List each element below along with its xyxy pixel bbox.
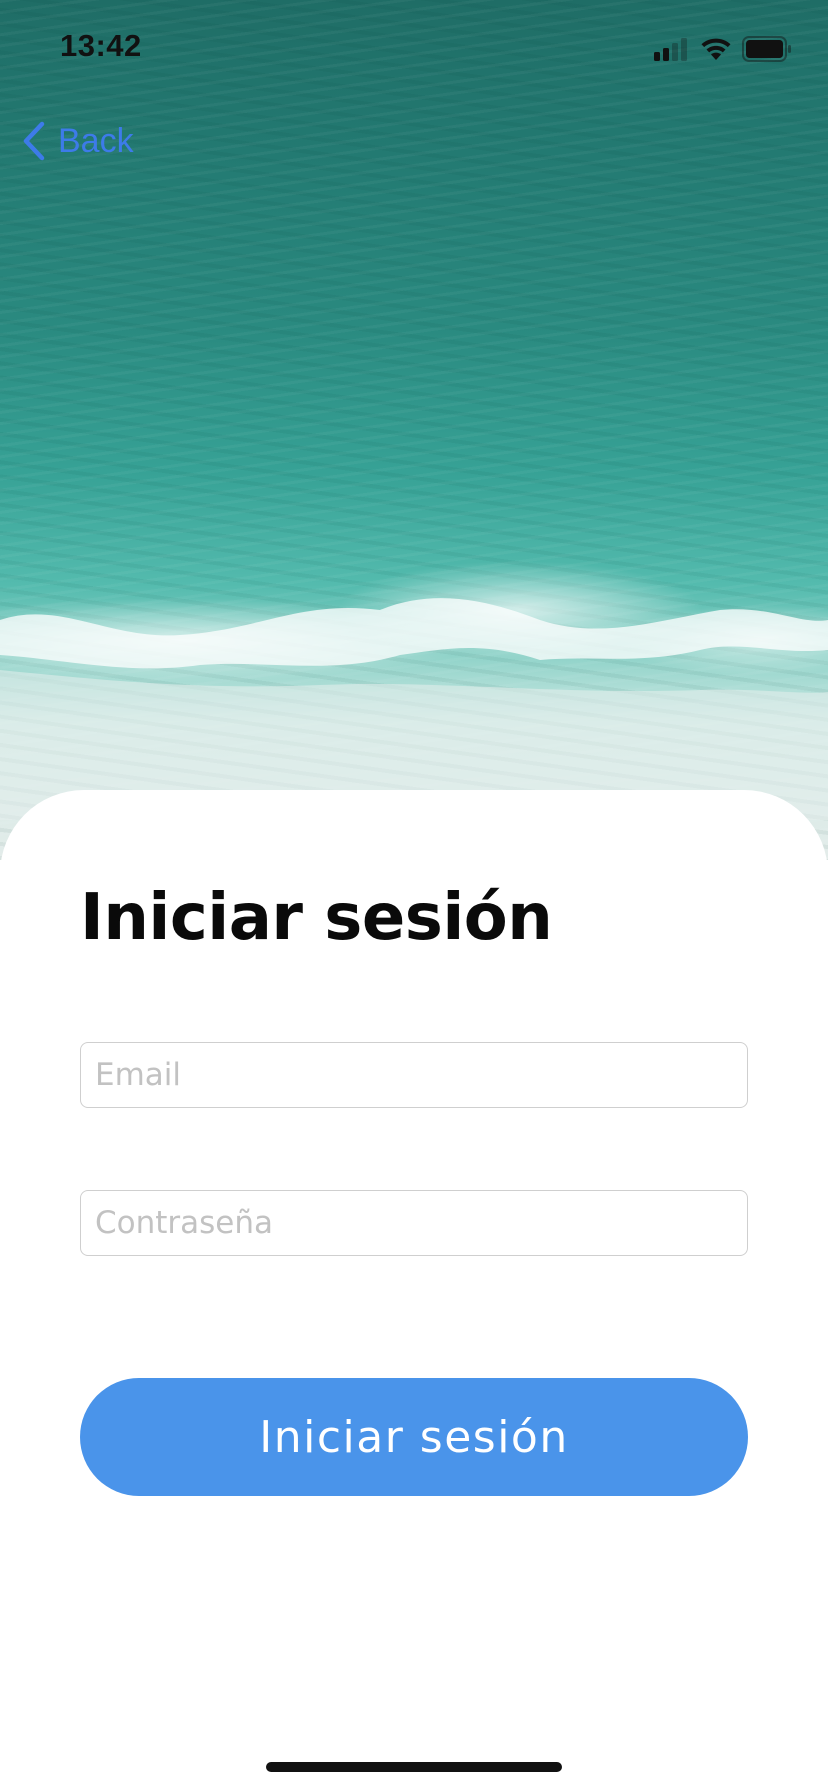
status-time: 13:42	[60, 28, 142, 63]
cellular-signal-icon	[654, 38, 687, 61]
back-label: Back	[58, 121, 134, 160]
status-bar: 13:42	[0, 0, 828, 96]
battery-icon	[742, 36, 791, 62]
email-field[interactable]	[80, 1042, 748, 1108]
login-submit-button[interactable]: Iniciar sesión	[80, 1378, 748, 1496]
chevron-left-icon	[23, 121, 45, 161]
wifi-icon	[701, 38, 731, 60]
password-field[interactable]	[80, 1190, 748, 1256]
login-screen: 13:42 Back Iniciar sesión Iniciar sesión	[0, 0, 828, 1792]
back-button[interactable]: Back	[22, 118, 134, 164]
home-indicator	[266, 1762, 562, 1772]
page-title: Iniciar sesión	[80, 881, 553, 955]
